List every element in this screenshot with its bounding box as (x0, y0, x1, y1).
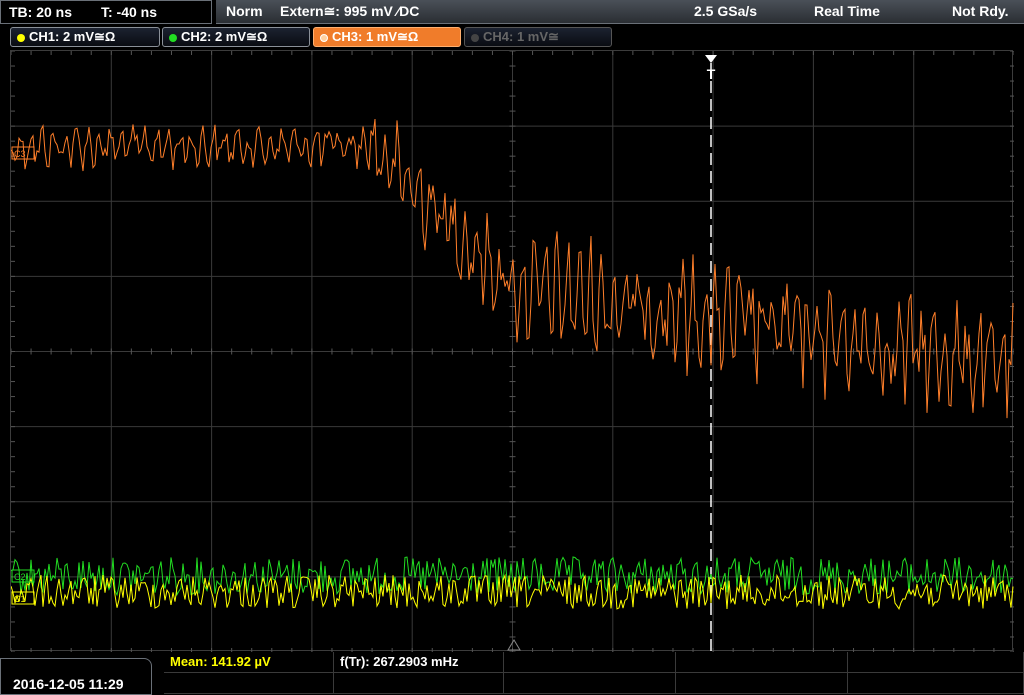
measurement-cell-empty (164, 673, 334, 694)
bottom-bar: 2016-12-05 11:29 Mean: 141.92 µV f(Tr): … (0, 652, 1024, 695)
waveform-display[interactable]: T C3 C2 C1 (10, 50, 1014, 652)
channel-2-marker-text: C2 (14, 572, 26, 582)
channel-4-label: CH4: 1 mV≅ (483, 29, 559, 44)
trigger-marker-label: T (707, 66, 716, 82)
acquisition-mode-label: Real Time (814, 3, 880, 19)
status-bar: TB: 20 ns T: -40 ns Norm Extern≅: 995 mV… (0, 0, 1024, 24)
trigger-source-label: Extern≅: 995 mV ⁄DC (280, 3, 420, 19)
timebase-panel[interactable]: TB: 20 ns T: -40 ns (0, 0, 212, 24)
trigger-time-label: T: -40 ns (101, 4, 158, 20)
channel-4-indicator-icon (471, 33, 479, 42)
channel-3-label: CH3: 1 mV≅Ω (332, 29, 419, 44)
status-label: Not Rdy. (952, 3, 1009, 19)
waveform-canvas: T C3 C2 C1 (11, 51, 1014, 652)
channel-2-label: CH2: 2 mV≅Ω (181, 29, 268, 44)
measurement-cell-empty (676, 652, 848, 673)
channel-3-offset-marker[interactable]: C3 (11, 146, 35, 160)
measurement-cell: Mean: 141.92 µV (164, 652, 334, 673)
measurement-cell-empty (504, 673, 676, 694)
channel-2-indicator-icon (169, 33, 177, 42)
trigger-panel[interactable]: Norm Extern≅: 995 mV ⁄DC 2.5 GSa/s Real … (216, 0, 1024, 24)
trigger-arrow-icon[interactable] (705, 55, 717, 63)
datetime-panel: 2016-12-05 11:29 (0, 658, 152, 695)
timebase-label: TB: 20 ns (9, 4, 73, 20)
mean-measurement: Mean: 141.92 µV (170, 654, 271, 669)
center-marker-icon (507, 639, 521, 651)
channel-4-button[interactable]: CH4: 1 mV≅ (464, 27, 612, 47)
measurement-cell-empty (504, 652, 676, 673)
sample-rate-label: 2.5 GSa/s (694, 3, 758, 19)
channel-2-button[interactable]: CH2: 2 mV≅Ω (162, 27, 310, 47)
trigger-frequency-measurement: f(Tr): 267.2903 mHz (340, 654, 459, 669)
datetime-label: 2016-12-05 11:29 (13, 676, 124, 692)
channel-3-button[interactable]: CH3: 1 mV≅Ω (313, 27, 461, 47)
measurement-cell-empty (676, 673, 848, 694)
channel-3-marker-text: C3 (14, 149, 26, 159)
measurement-cell-empty (334, 673, 504, 694)
measurement-cell: f(Tr): 267.2903 mHz (334, 652, 504, 673)
measurement-table[interactable]: Mean: 141.92 µV f(Tr): 267.2903 mHz (164, 652, 1024, 695)
channel-3-indicator-icon (320, 33, 328, 42)
measurement-cell-empty (848, 673, 1024, 694)
channel-1-button[interactable]: CH1: 2 mV≅Ω (10, 27, 160, 47)
trigger-mode-label: Norm (226, 3, 263, 19)
channel-1-label: CH1: 2 mV≅Ω (29, 29, 116, 44)
measurement-cell-empty (848, 652, 1024, 673)
channel-1-offset-marker[interactable]: C1 (11, 591, 35, 605)
channel-1-indicator-icon (17, 33, 25, 42)
channel-bar: CH1: 2 mV≅Ω CH2: 2 mV≅Ω CH3: 1 mV≅Ω CH4:… (0, 24, 1024, 49)
channel-1-marker-text: C1 (14, 594, 26, 604)
